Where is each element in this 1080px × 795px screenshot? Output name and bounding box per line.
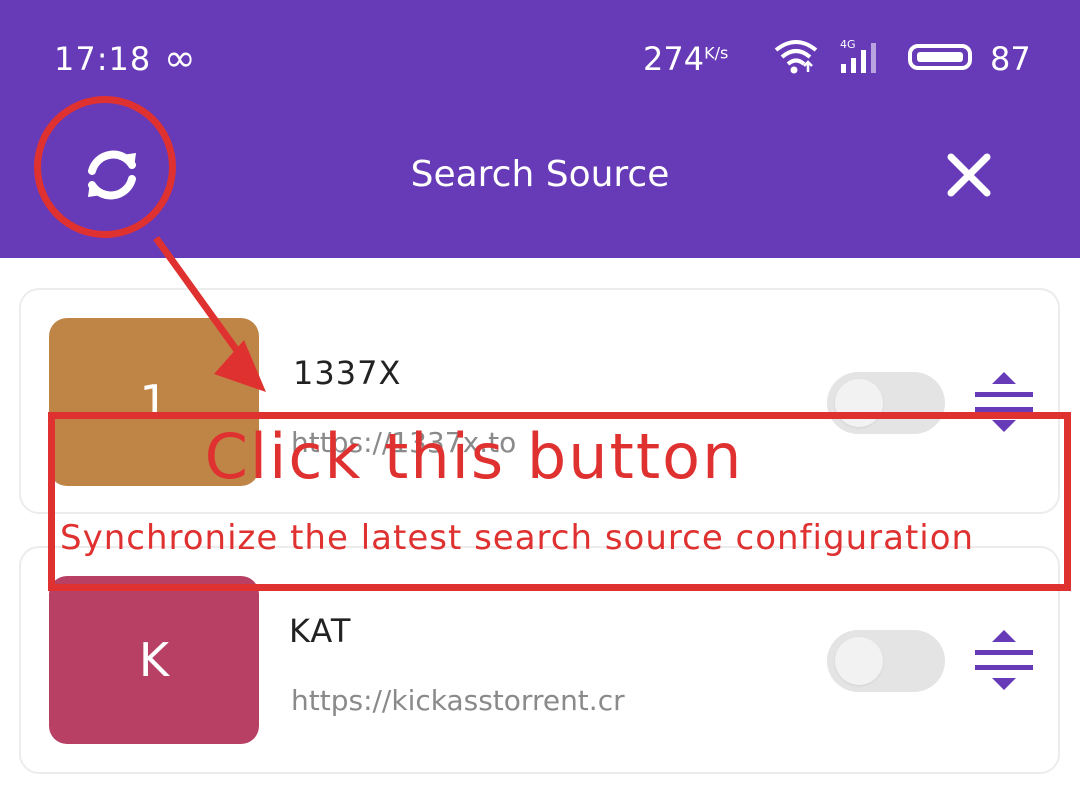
annotation-title: Click this button — [204, 420, 744, 493]
annotation-subtitle: Synchronize the latest search source con… — [60, 518, 975, 558]
annotation-arrow-icon — [153, 235, 266, 392]
